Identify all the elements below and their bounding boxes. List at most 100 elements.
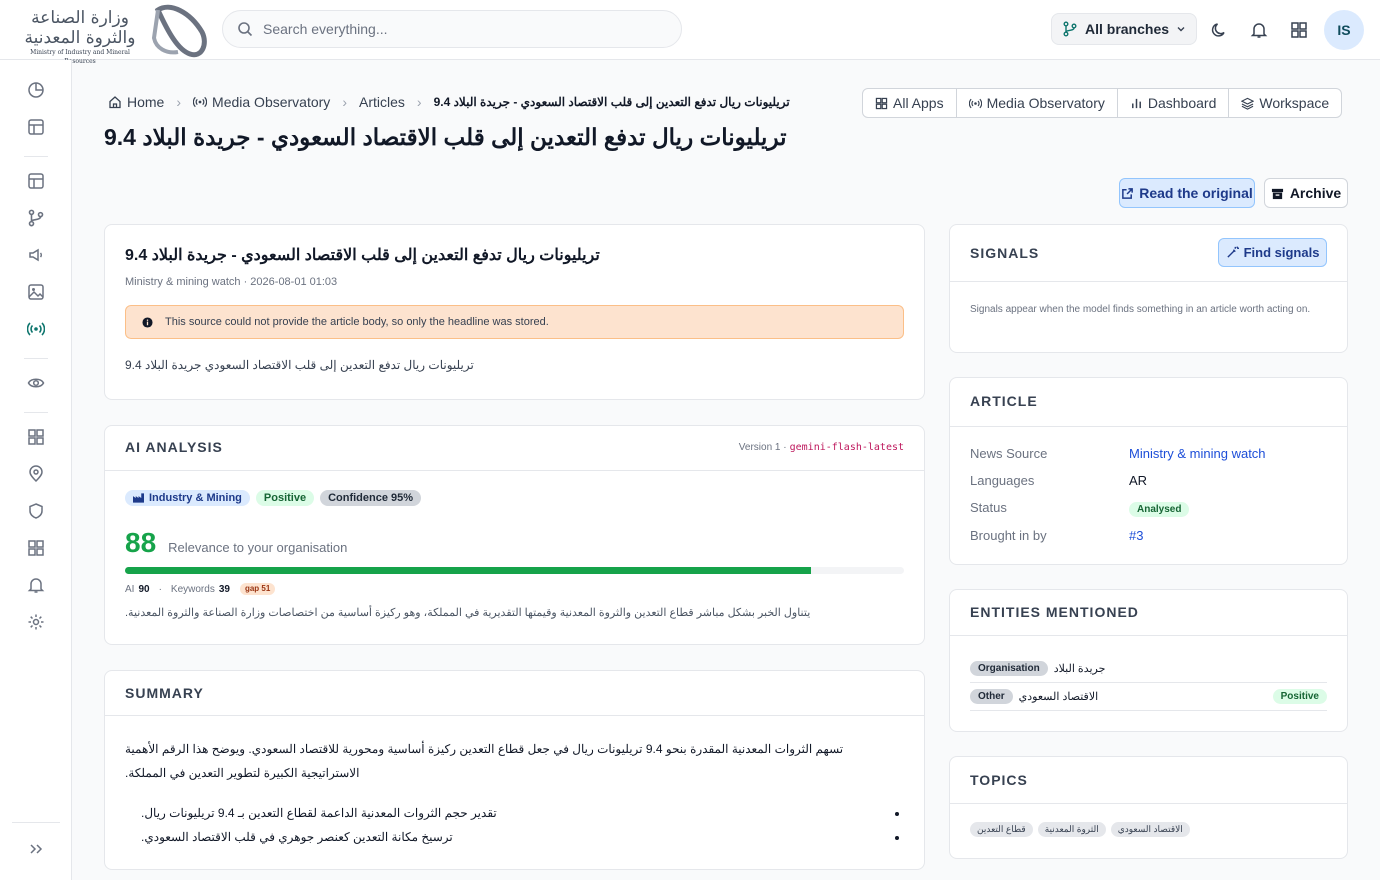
ai-analysis-card: AI ANALYSIS Version 1 · gemini-flash-lat… — [104, 425, 925, 645]
version-label: Version 1 · — [738, 442, 787, 453]
apps-grid-button[interactable] — [1288, 19, 1310, 41]
layers-icon — [1241, 97, 1255, 110]
ai-analysis-title: AI ANALYSIS — [125, 439, 223, 455]
ministry-logo[interactable]: وزارة الصناعة والثروة المعدنية Ministry … — [10, 2, 210, 65]
grid-icon[interactable] — [25, 426, 47, 448]
layout-icon[interactable] — [25, 116, 47, 138]
search-input[interactable] — [263, 21, 643, 37]
bell-icon[interactable] — [25, 574, 47, 596]
summary-bullets: تقدير حجم الثروات المعدنية الداعمة لقطاع… — [125, 801, 885, 849]
news-source-link[interactable]: Ministry & mining watch — [1129, 446, 1266, 461]
ai-score-label: AI — [125, 583, 135, 595]
article-meta: Ministry & mining watch · 2026-08-01 01:… — [125, 276, 338, 288]
grid-icon — [875, 97, 888, 109]
topic-tag[interactable]: قطاع التعدين — [970, 822, 1033, 837]
entity-sentiment-badge: Positive — [1272, 688, 1327, 704]
card-divider — [950, 281, 1347, 282]
grid-icon — [1291, 22, 1307, 38]
shield-icon[interactable] — [25, 500, 47, 522]
topics-card: TOPICS قطاع التعدين الثروة المعدنية الاق… — [949, 756, 1348, 859]
confidence-badge: Confidence 95% — [320, 490, 422, 506]
status-badge: Analysed — [1129, 502, 1190, 517]
chart-pie-icon[interactable] — [25, 79, 47, 101]
summary-title: SUMMARY — [125, 685, 204, 701]
notifications-button[interactable] — [1248, 19, 1270, 41]
article-card: تريليونات ريال تدفع التعدين إلى قلب الاق… — [104, 224, 925, 400]
card-divider — [105, 470, 924, 471]
dashboard-label: Dashboard — [1147, 95, 1217, 111]
breakdown-separator: · — [158, 583, 162, 595]
grid-icon[interactable] — [25, 537, 47, 559]
search-icon — [238, 22, 253, 37]
breadcrumb-home-label: Home — [127, 94, 165, 110]
analysis-rationale: يتناول الخبر بشكل مباشر قطاع التعدين وال… — [125, 607, 811, 619]
brought-in-by-link[interactable]: #3 — [1129, 528, 1143, 543]
global-search[interactable] — [222, 10, 682, 48]
find-signals-label: Find signals — [1243, 245, 1320, 260]
breadcrumb-media-observatory[interactable]: Media Observatory — [193, 94, 330, 110]
relevance-score: 88 Relevance to your organisation — [125, 527, 347, 559]
gap-badge: gap 51 — [239, 583, 276, 595]
summary-bullet: تقدير حجم الثروات المعدنية الداعمة لقطاع… — [141, 801, 885, 825]
app-nav: All Apps Media Observatory Dashboard Wor… — [862, 88, 1343, 118]
read-original-button[interactable]: Read the original — [1119, 178, 1255, 208]
theme-toggle-button[interactable] — [1208, 19, 1230, 41]
map-pin-icon[interactable] — [25, 463, 47, 485]
dashboard-link[interactable]: Dashboard — [1116, 89, 1229, 117]
eye-icon[interactable] — [25, 372, 47, 394]
card-divider — [950, 635, 1347, 636]
entity-row[interactable]: Organisation جريدة البلاد — [970, 658, 1327, 678]
card-divider — [105, 715, 924, 716]
logo-arabic-line2: والثروة المعدنية — [24, 28, 136, 48]
top-bar: وزارة الصناعة والثروة المعدنية Ministry … — [0, 0, 1380, 65]
topic-tag[interactable]: الثروة المعدنية — [1037, 822, 1106, 837]
sidebar-divider — [24, 156, 48, 157]
signals-title: SIGNALS — [970, 245, 1040, 261]
factory-icon — [133, 493, 144, 503]
radio-broadcast-icon[interactable] — [25, 318, 47, 340]
all-apps-link[interactable]: All Apps — [863, 89, 956, 117]
entity-divider — [970, 682, 1327, 683]
languages-key: Languages — [970, 473, 1035, 488]
model-name: gemini-flash-latest — [789, 442, 904, 453]
breadcrumb: Home › Media Observatory › Articles › تر… — [108, 93, 790, 111]
topics-title: TOPICS — [970, 772, 1028, 788]
image-icon[interactable] — [25, 281, 47, 303]
breadcrumb-home[interactable]: Home — [108, 94, 164, 110]
keywords-label: Keywords — [170, 583, 215, 595]
status-badge-wrap: Analysed — [1129, 500, 1190, 517]
topic-tag[interactable]: الاقتصاد السعودي — [1110, 822, 1190, 837]
layout-icon[interactable] — [25, 170, 47, 192]
ai-score-value: 90 — [138, 583, 150, 595]
entity-row[interactable]: Other الاقتصاد السعودي Positive — [970, 686, 1327, 706]
external-link-icon — [1122, 187, 1134, 199]
topic-tags: قطاع التعدين الثروة المعدنية الاقتصاد ال… — [970, 822, 1190, 837]
bell-icon — [1250, 23, 1268, 38]
status-key: Status — [970, 500, 1007, 515]
entity-type-badge: Other — [970, 688, 1013, 704]
read-original-label: Read the original — [1139, 185, 1253, 201]
settings-icon[interactable] — [25, 611, 47, 633]
category-label: Industry & Mining — [149, 492, 242, 504]
find-signals-button[interactable]: Find signals — [1218, 238, 1327, 267]
breadcrumb-articles[interactable]: Articles — [359, 94, 405, 110]
branch-selector[interactable]: All branches — [1051, 13, 1197, 45]
info-icon — [142, 316, 153, 328]
bar-chart-icon — [1131, 98, 1141, 108]
workspace-link[interactable]: Workspace — [1228, 89, 1341, 117]
summary-paragraph: تسهم الثروات المعدنية المقدرة بنحو 9.4 ت… — [125, 742, 844, 780]
branch-icon[interactable] — [25, 207, 47, 229]
expand-icon[interactable] — [25, 838, 47, 860]
entity-info: Other الاقتصاد السعودي — [970, 688, 1098, 704]
sidebar-divider — [12, 822, 60, 823]
entity-type-badge: Organisation — [970, 660, 1048, 676]
signals-empty-text: Signals appear when the model finds some… — [970, 304, 1311, 315]
card-divider — [950, 426, 1347, 427]
megaphone-icon[interactable] — [25, 244, 47, 266]
news-source-key: News Source — [970, 446, 1048, 461]
user-avatar[interactable]: IS — [1324, 10, 1364, 50]
keywords-value: 39 — [218, 583, 230, 595]
media-observatory-link[interactable]: Media Observatory — [955, 89, 1117, 117]
breadcrumb-separator: › — [416, 94, 422, 110]
archive-button[interactable]: Archive — [1264, 178, 1348, 208]
